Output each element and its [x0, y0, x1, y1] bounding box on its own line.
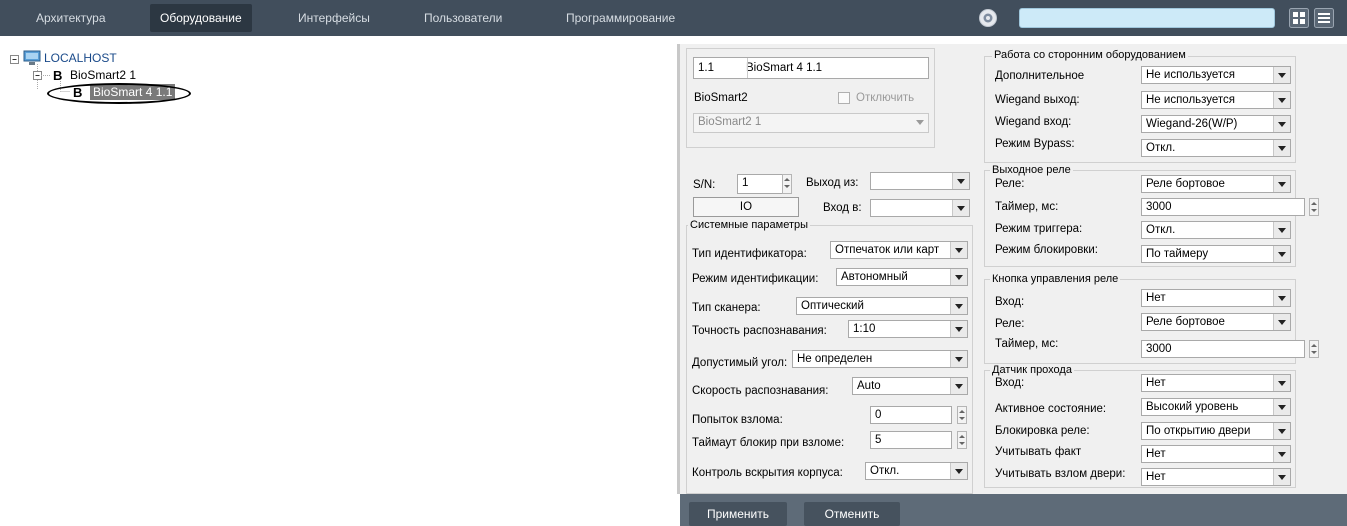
object-name-value: BioSmart 4 1.1: [746, 62, 823, 74]
parent-select-value: BioSmart2 1: [698, 116, 762, 128]
logo-icon[interactable]: [978, 8, 998, 28]
consider-break-label: Учитывать взлом двери:: [995, 468, 1126, 480]
identification-mode-select[interactable]: Автономный: [836, 268, 968, 286]
recognition-accuracy-label: Точность распознавания:: [692, 325, 827, 337]
search-input[interactable]: [1019, 8, 1275, 28]
identification-mode-label: Режим идентификации:: [692, 273, 819, 285]
menu-icon[interactable]: [1314, 8, 1334, 28]
footer-bar: Применить Отменить: [680, 494, 1347, 526]
recognition-speed-select[interactable]: Auto: [852, 377, 968, 395]
output-relay-relay-label: Реле:: [995, 178, 1025, 190]
identifier-type-label: Тип идентификатора:: [692, 248, 807, 260]
additional-label: Дополнительное: [995, 70, 1085, 82]
active-state-label: Активное состояние:: [995, 403, 1107, 415]
bypass-mode-label: Режим Bypass:: [995, 138, 1075, 150]
recognition-accuracy-select[interactable]: 1:10: [848, 320, 968, 338]
relay-lock-label: Блокировка реле:: [995, 425, 1090, 437]
wiegand-in-select[interactable]: Wiegand-26(W/P): [1141, 115, 1291, 133]
output-from-select[interactable]: [870, 172, 970, 190]
scanner-type-label: Тип сканера:: [692, 302, 761, 314]
relay-button-input-select[interactable]: Нет: [1141, 289, 1291, 307]
system-params-title: Системные параметры: [688, 219, 811, 231]
computer-icon: [23, 50, 41, 65]
wiegand-out-select[interactable]: Не используется: [1141, 91, 1291, 109]
object-id-value: 1.1: [698, 62, 714, 74]
equipment-tree: LOCALHOST B BioSmart2 1 B BioSmart 4 1.1: [0, 44, 677, 526]
relay-lock-select[interactable]: По открытию двери: [1141, 422, 1291, 440]
disable-checkbox-label: Отключить: [856, 92, 915, 104]
highlight-ellipse: [47, 83, 191, 104]
parent-type-label: BioSmart2: [694, 92, 748, 104]
tab-programming[interactable]: Программирование: [556, 4, 685, 32]
wiegand-out-label: Wiegand выход:: [995, 94, 1080, 106]
device-type-icon: B: [53, 68, 63, 83]
relay-button-timer-field[interactable]: 3000: [1141, 340, 1305, 358]
trigger-mode-label: Режим триггера:: [995, 223, 1083, 235]
input-to-select[interactable]: [870, 199, 970, 217]
consider-fact-label: Учитывать факт: [995, 446, 1082, 458]
sn-field[interactable]: 1: [737, 174, 783, 194]
object-name-field[interactable]: 1.1 BioSmart 4 1.1: [693, 57, 929, 79]
output-from-label: Выход из:: [806, 177, 859, 189]
output-relay-title: Выходное реле: [990, 164, 1073, 176]
block-timeout-spinner[interactable]: [957, 431, 967, 449]
top-navigation-bar: Архитектура Оборудование Интерфейсы Поль…: [0, 0, 1347, 36]
consider-break-select[interactable]: Нет: [1141, 468, 1291, 486]
tab-architecture[interactable]: Архитектура: [26, 4, 116, 32]
third-party-title: Работа со сторонним оборудованием: [992, 49, 1188, 61]
apply-button[interactable]: Применить: [689, 502, 787, 526]
sn-label: S/N:: [693, 179, 716, 191]
output-relay-timer-label: Таймер, мс:: [995, 201, 1059, 213]
tab-users[interactable]: Пользователи: [414, 4, 512, 32]
hack-attempts-spinner[interactable]: [957, 406, 967, 424]
relay-button-timer-spinner[interactable]: [1309, 340, 1319, 358]
allowed-angle-label: Допустимый угол:: [692, 357, 788, 369]
wiegand-in-label: Wiegand вход:: [995, 116, 1072, 128]
output-relay-timer-field[interactable]: 3000: [1141, 198, 1305, 216]
case-open-control-select[interactable]: Откл.: [865, 462, 968, 480]
lock-mode-label: Режим блокировки:: [995, 244, 1098, 256]
allowed-angle-select[interactable]: Не определен: [792, 350, 968, 368]
case-open-control-label: Контроль вскрытия корпуса:: [692, 467, 843, 479]
relay-button-input-label: Вход:: [995, 296, 1025, 308]
active-state-select[interactable]: Высокий уровень: [1141, 398, 1291, 416]
relay-button-timer-label: Таймер, мс:: [995, 338, 1059, 350]
cancel-button[interactable]: Отменить: [804, 502, 900, 526]
pass-sensor-input-select[interactable]: Нет: [1141, 374, 1291, 392]
hack-attempts-label: Попыток взлома:: [692, 414, 783, 426]
lock-mode-select[interactable]: По таймеру: [1141, 245, 1291, 263]
io-button[interactable]: IO: [693, 197, 799, 217]
output-relay-timer-spinner[interactable]: [1309, 198, 1319, 216]
block-timeout-field[interactable]: 5: [870, 431, 952, 449]
input-to-label: Вход в:: [823, 202, 862, 214]
parent-select: BioSmart2 1: [693, 113, 929, 133]
relay-button-relay-select[interactable]: Реле бортовое: [1141, 313, 1291, 331]
hack-attempts-field[interactable]: 0: [870, 406, 952, 424]
sn-spinner[interactable]: [782, 174, 792, 194]
output-relay-select[interactable]: Реле бортовое: [1141, 175, 1291, 193]
relay-button-title: Кнопка управления реле: [990, 273, 1121, 285]
consider-fact-select[interactable]: Нет: [1141, 445, 1291, 463]
pass-sensor-input-label: Вход:: [995, 377, 1025, 389]
tree-root-label[interactable]: LOCALHOST: [44, 51, 117, 65]
grid-view-icon[interactable]: [1289, 8, 1309, 28]
disable-checkbox[interactable]: [838, 92, 850, 104]
trigger-mode-select[interactable]: Откл.: [1141, 221, 1291, 239]
relay-button-relay-label: Реле:: [995, 318, 1025, 330]
tab-interfaces[interactable]: Интерфейсы: [288, 4, 380, 32]
recognition-speed-label: Скорость распознавания:: [692, 385, 829, 397]
additional-select[interactable]: Не используется: [1141, 66, 1291, 84]
pass-sensor-title: Датчик прохода: [990, 364, 1074, 376]
block-timeout-label: Таймаут блокир при взломе:: [692, 437, 845, 449]
tree-child-label[interactable]: BioSmart2 1: [70, 68, 136, 82]
scanner-type-select[interactable]: Оптический: [796, 297, 968, 315]
bypass-mode-select[interactable]: Откл.: [1141, 139, 1291, 157]
tab-equipment[interactable]: Оборудование: [150, 4, 252, 32]
identifier-type-select[interactable]: Отпечаток или карт: [830, 241, 968, 259]
field-separator: [747, 58, 748, 78]
